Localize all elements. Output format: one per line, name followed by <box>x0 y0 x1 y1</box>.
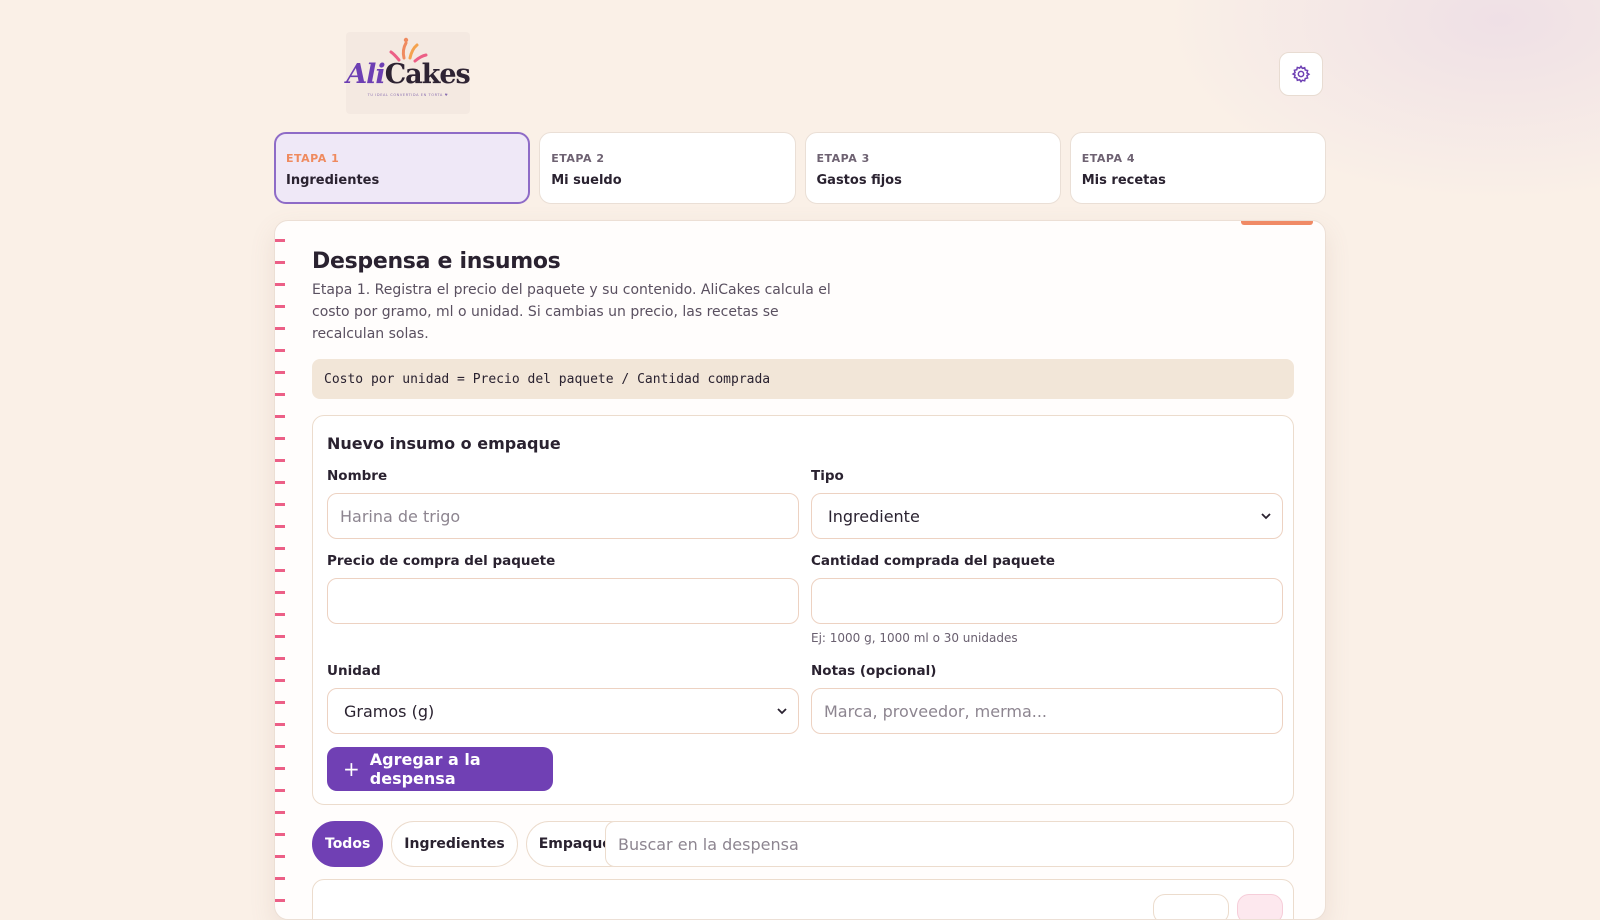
gear-icon <box>1291 65 1311 83</box>
step-kicker: ETAPA 3 <box>816 152 870 165</box>
step-title: Mis recetas <box>1081 173 1166 188</box>
step-title: Ingredientes <box>286 173 380 188</box>
form-title: Nuevo insumo o empaque <box>327 434 561 453</box>
card-accent-bar <box>1241 221 1313 225</box>
notes-label: Notas (opcional) <box>811 663 937 679</box>
step-title: Gastos fijos <box>816 173 902 188</box>
price-input[interactable] <box>327 578 799 624</box>
pantry-card: Despensa e insumos Etapa 1. Registra el … <box>274 220 1326 920</box>
logo-burst-icon <box>389 37 428 63</box>
step-kicker: ETAPA 4 <box>1081 152 1135 165</box>
page-title: Despensa e insumos <box>312 249 561 274</box>
list-delete-button[interactable] <box>1237 894 1283 919</box>
step-kicker: ETAPA 2 <box>551 152 605 165</box>
chevron-down-icon <box>1261 513 1271 520</box>
cost-formula: Costo por unidad = Precio del paquete / … <box>312 359 1294 399</box>
tab-etapa-3[interactable]: ETAPA 3 Gastos fijos <box>804 132 1061 204</box>
unit-select-value: Gramos (g) <box>344 701 435 721</box>
quantity-input[interactable] <box>811 578 1283 624</box>
settings-button[interactable] <box>1279 52 1323 96</box>
type-select[interactable]: Ingrediente <box>811 493 1283 539</box>
filter-chips: Todos Ingredientes Empaques <box>312 821 634 867</box>
type-label: Tipo <box>811 468 844 484</box>
step-kicker: ETAPA 1 <box>286 152 340 165</box>
unit-label: Unidad <box>327 663 381 679</box>
page-description: Etapa 1. Registra el precio del paquete … <box>312 282 831 342</box>
pantry-search-input[interactable]: Buscar en la despensa <box>605 821 1294 867</box>
quantity-hint: Ej: 1000 g, 1000 ml o 30 unidades <box>811 631 1018 645</box>
add-to-pantry-button[interactable]: + Agregar a la despensa <box>327 747 553 791</box>
filter-todos[interactable]: Todos <box>312 821 384 867</box>
tab-etapa-1[interactable]: ETAPA 1 Ingredientes <box>274 132 531 204</box>
chevron-down-icon <box>777 708 787 715</box>
filter-ingredientes[interactable]: Ingredientes <box>391 821 518 867</box>
plus-icon: + <box>343 757 360 781</box>
step-title: Mi sueldo <box>551 173 622 188</box>
list-action-button[interactable] <box>1153 894 1229 919</box>
tab-etapa-2[interactable]: ETAPA 2 Mi sueldo <box>539 132 796 204</box>
app-header: AliCakes TU IDEAL CONVERTIDA EN TORTA ♥ <box>0 0 1600 130</box>
notes-input[interactable]: Marca, proveedor, merma... <box>811 688 1283 734</box>
name-input[interactable]: Harina de trigo <box>327 493 799 539</box>
price-label: Precio de compra del paquete <box>327 553 556 569</box>
step-tabs: ETAPA 1 Ingredientes ETAPA 2 Mi sueldo E… <box>274 132 1326 204</box>
type-select-value: Ingrediente <box>828 506 920 526</box>
new-item-form: Nuevo insumo o empaque Nombre Harina de … <box>312 415 1294 805</box>
unit-select[interactable]: Gramos (g) <box>327 688 799 734</box>
tab-etapa-4[interactable]: ETAPA 4 Mis recetas <box>1069 132 1326 204</box>
stitched-border <box>275 239 285 919</box>
add-button-label: Agregar a la despensa <box>369 750 481 788</box>
alicakes-logo: AliCakes TU IDEAL CONVERTIDA EN TORTA ♥ <box>346 32 471 114</box>
quantity-label: Cantidad comprada del paquete <box>811 553 1056 569</box>
name-label: Nombre <box>327 468 388 484</box>
